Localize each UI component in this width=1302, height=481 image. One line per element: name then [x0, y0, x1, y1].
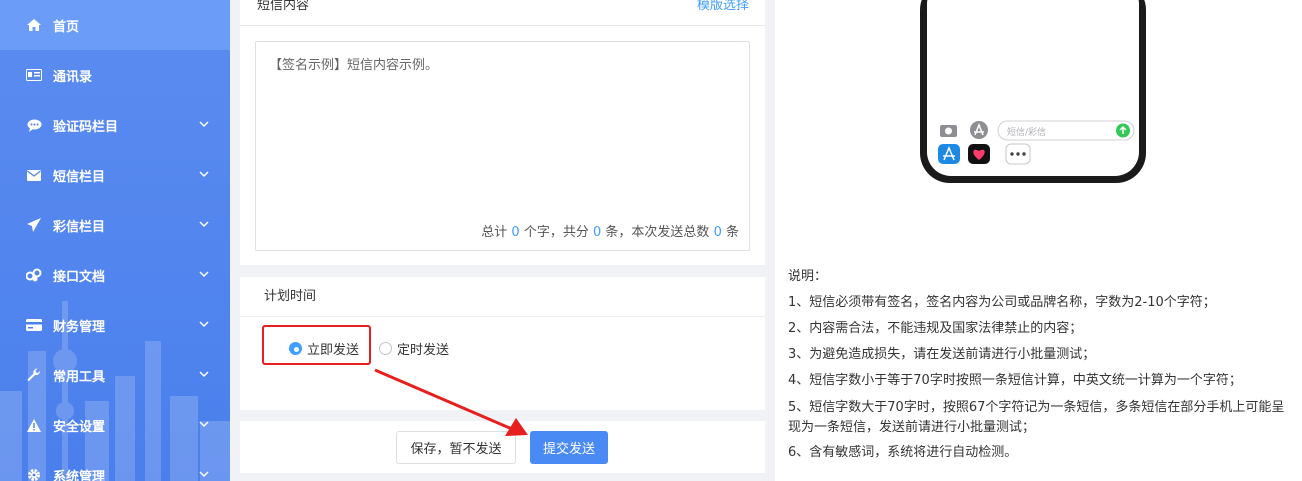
preview-panel: 短信/彩信 说明： 1、短信必须带有签名，签名内容为公司或品牌名称，字数为2-1…: [775, 0, 1302, 481]
send-total-count: 0: [713, 225, 722, 240]
phone-input-placeholder: 短信/彩信: [1007, 126, 1046, 138]
sidebar-item-label: 短信栏目: [53, 169, 106, 185]
instruction-item: 2、内容需合法，不能违规及国家法律禁止的内容；: [788, 321, 1083, 336]
app-store-icon: [970, 121, 988, 139]
schedule-title: 计划时间: [240, 277, 765, 317]
sidebar-item-label: 验证码栏目: [53, 119, 119, 135]
sidebar-item-verification-code[interactable]: 验证码栏目: [0, 100, 230, 150]
instruction-item: 4、短信字数小于等于70字时按照一条短信计算，中英文统一计算为一个字符；: [788, 373, 1242, 388]
counter-label-total: 总计: [481, 225, 508, 240]
sidebar-item-label: 常用工具: [53, 369, 106, 385]
counter-label-unit: 条: [725, 225, 739, 240]
sidebar: 首页 通讯录 验证码栏目 短信栏目 彩信栏目 接口文档 财务管理 常用工具 安全…: [0, 0, 230, 481]
sms-content-panel: 短信内容 模版选择 【签名示例】短信内容示例。 总计 0 个字，共分 0 条，本…: [240, 0, 765, 265]
part-count: 0: [592, 225, 602, 240]
chevron-down-icon: [199, 171, 209, 178]
instructions: 说明： 1、短信必须带有签名，签名内容为公司或品牌名称，字数为2-10个字符； …: [788, 264, 1288, 466]
chevron-down-icon: [199, 471, 209, 478]
chevron-down-icon: [199, 121, 209, 128]
sidebar-item-label: 财务管理: [53, 319, 106, 335]
instructions-heading: 说明：: [788, 269, 828, 284]
wrench-icon: [25, 368, 43, 382]
radio-unchecked-icon: [379, 342, 392, 355]
counter-label-send-total: 条，本次发送总数: [605, 225, 710, 240]
sms-content-title: 短信内容: [257, 0, 310, 13]
send-now-radio[interactable]: 立即发送: [289, 339, 359, 358]
sidebar-item-system[interactable]: 系统管理: [0, 450, 230, 481]
camera-icon: [940, 125, 957, 137]
sms-content-header: 短信内容 模版选择: [240, 0, 765, 26]
sidebar-item-finance[interactable]: 财务管理: [0, 300, 230, 350]
sidebar-item-security[interactable]: 安全设置: [0, 400, 230, 450]
credit-card-icon: [25, 318, 43, 332]
gear-icon: [25, 468, 43, 481]
chat-bubble-icon: [25, 118, 43, 132]
submit-send-button[interactable]: 提交发送: [530, 431, 608, 464]
paper-plane-icon: [25, 218, 43, 232]
save-draft-button[interactable]: 保存，暂不发送: [396, 431, 516, 464]
sidebar-item-home[interactable]: 首页: [0, 0, 230, 50]
envelope-icon: [25, 168, 43, 182]
radio-checked-icon: [289, 342, 302, 355]
action-bar: 保存，暂不发送 提交发送: [240, 421, 765, 473]
chevron-down-icon: [199, 371, 209, 378]
send-scheduled-label: 定时发送: [397, 343, 450, 358]
chevron-down-icon: [199, 271, 209, 278]
chevron-down-icon: [199, 421, 209, 428]
send-time-radio-group: 立即发送 定时发送: [240, 317, 765, 377]
sidebar-item-label: 首页: [53, 19, 80, 35]
sidebar-item-mms[interactable]: 彩信栏目: [0, 200, 230, 250]
sidebar-item-label: 通讯录: [53, 69, 93, 85]
sidebar-item-sms[interactable]: 短信栏目: [0, 150, 230, 200]
chevron-down-icon: [199, 321, 209, 328]
schedule-panel: 计划时间 立即发送 定时发送: [240, 277, 765, 410]
sidebar-item-label: 接口文档: [53, 269, 106, 285]
sidebar-item-label: 安全设置: [53, 419, 106, 435]
phone-preview: 短信/彩信: [920, 0, 1146, 183]
instruction-item: 1、短信必须带有签名，签名内容为公司或品牌名称，字数为2-10个字符；: [788, 295, 1216, 310]
sms-sample-text: 【签名示例】短信内容示例。: [269, 58, 439, 73]
char-count: 0: [511, 225, 520, 240]
home-icon: [25, 18, 43, 32]
instruction-item: 3、为避免造成损失，请在发送前请进行小批量测试；: [788, 347, 1096, 362]
sidebar-item-tools[interactable]: 常用工具: [0, 350, 230, 400]
send-scheduled-radio[interactable]: 定时发送: [379, 339, 449, 358]
sidebar-item-contacts[interactable]: 通讯录: [0, 50, 230, 100]
instruction-item: 5、短信字数大于70字时，按照67个字符记为一条短信，多条短信在部分手机上可能呈…: [788, 400, 1285, 435]
link-icon: [25, 268, 43, 282]
contact-card-icon: [25, 68, 43, 82]
sidebar-item-api-docs[interactable]: 接口文档: [0, 250, 230, 300]
warning-icon: [25, 418, 43, 432]
send-now-label: 立即发送: [307, 343, 360, 358]
sms-content-textarea[interactable]: 【签名示例】短信内容示例。 总计 0 个字，共分 0 条，本次发送总数 0 条: [255, 41, 750, 251]
char-counter: 总计 0 个字，共分 0 条，本次发送总数 0 条: [481, 221, 739, 240]
sidebar-item-label: 彩信栏目: [53, 219, 106, 235]
sidebar-item-label: 系统管理: [53, 469, 106, 481]
instruction-item: 6、含有敏感词，系统将进行自动检测。: [788, 445, 1018, 460]
chevron-down-icon: [199, 221, 209, 228]
template-select-link[interactable]: 模版选择: [697, 0, 749, 13]
counter-label-parts: 个字，共分: [523, 225, 589, 240]
